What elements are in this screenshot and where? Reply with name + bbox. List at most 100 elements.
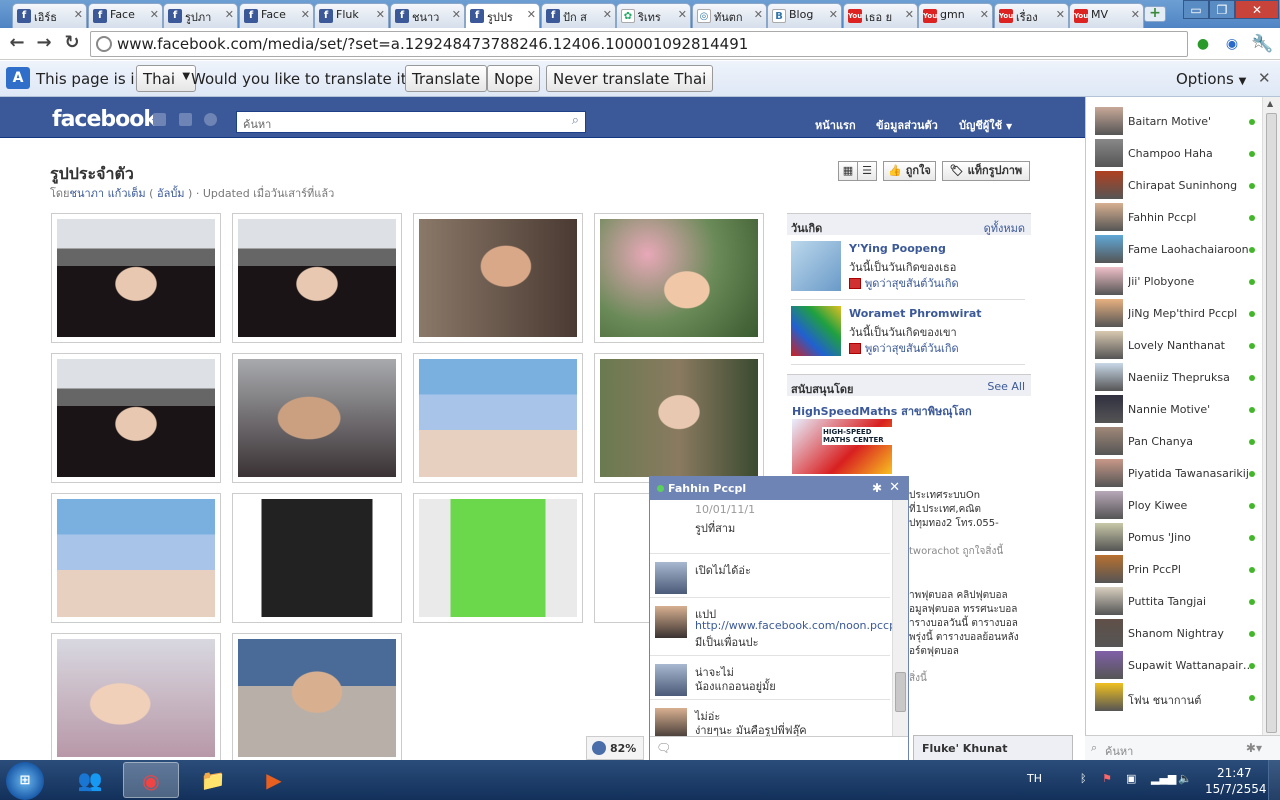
- extension-sonic-icon[interactable]: ◉: [1222, 34, 1242, 54]
- nav-account[interactable]: บัญชีผู้ใช้ ▼: [959, 116, 1012, 134]
- chat-scroll-thumb[interactable]: [895, 672, 906, 712]
- photo-thumbnail[interactable]: [594, 213, 764, 343]
- close-tab-icon[interactable]: ✕: [1056, 8, 1065, 21]
- folder-icon[interactable]: 📁: [185, 762, 241, 798]
- close-tab-icon[interactable]: ✕: [225, 8, 234, 21]
- photo-thumbnail[interactable]: [51, 633, 221, 760]
- avatar[interactable]: [791, 306, 841, 356]
- buddy-list-item[interactable]: Naeniiz Thepruksa: [1092, 361, 1278, 393]
- photo-thumbnail[interactable]: [232, 353, 402, 483]
- buddy-list-item[interactable]: Lovely Nanthanat: [1092, 329, 1278, 361]
- clock-date[interactable]: 15/7/2554: [1205, 782, 1267, 796]
- buddy-list-item[interactable]: Pomus 'Jino: [1092, 521, 1278, 553]
- browser-tab[interactable]: You เรื่อง ✕: [994, 3, 1069, 28]
- browser-tab[interactable]: f Face ✕: [239, 3, 314, 28]
- list-view-button[interactable]: ☰: [857, 161, 877, 181]
- grid-view-button[interactable]: ▦: [838, 161, 858, 181]
- photo-thumbnail[interactable]: [413, 493, 583, 623]
- facebook-logo[interactable]: facebook: [52, 107, 158, 132]
- friend-requests-icon[interactable]: [153, 113, 166, 126]
- close-tab-icon[interactable]: ✕: [829, 8, 838, 21]
- close-tab-icon[interactable]: ✕: [74, 8, 83, 21]
- new-tab-button[interactable]: +: [1144, 6, 1166, 22]
- avatar[interactable]: [791, 241, 841, 291]
- messages-icon[interactable]: [179, 113, 192, 126]
- forward-arrow-icon[interactable]: →: [33, 32, 55, 54]
- browser-tab[interactable]: You เธอ ย ✕: [843, 3, 918, 28]
- wrench-menu-icon[interactable]: 🔧: [1252, 34, 1273, 54]
- browser-tab[interactable]: You MV ✕: [1069, 3, 1144, 28]
- start-button[interactable]: ⊞: [6, 762, 44, 800]
- close-tab-icon[interactable]: ✕: [150, 8, 159, 21]
- scroll-up-icon[interactable]: ▲: [1267, 99, 1273, 108]
- chat-scrollbar[interactable]: [892, 500, 908, 736]
- browser-tab[interactable]: ◎ ทันตก ✕: [692, 3, 767, 28]
- avatar[interactable]: [655, 606, 687, 638]
- page-scroll-thumb[interactable]: [1266, 113, 1277, 733]
- birthday-wish-link[interactable]: พูดว่าสุขสันต์วันเกิด: [849, 274, 959, 292]
- browser-tab[interactable]: f ปัก ส ✕: [541, 3, 616, 28]
- browser-tab[interactable]: You gmn ✕: [918, 3, 993, 28]
- avatar[interactable]: [655, 562, 687, 594]
- messenger-icon[interactable]: 👥: [62, 762, 118, 798]
- close-tab-icon[interactable]: ✕: [905, 8, 914, 21]
- buddy-list-item[interactable]: Baitarn Motive': [1092, 105, 1278, 137]
- chat-messages[interactable]: 10/01/11/1 รูปที่สาม เปิดไม่ได้อ่ะ แปป h…: [650, 500, 892, 736]
- security-flag-icon[interactable]: ⚑: [1102, 772, 1112, 785]
- zoom-indicator[interactable]: 82%: [586, 736, 644, 760]
- chrome-icon[interactable]: ◉: [123, 762, 179, 798]
- nope-button[interactable]: Nope: [487, 65, 541, 92]
- chat-tab[interactable]: Fluke' Khunat: [913, 735, 1073, 761]
- buddy-list-item[interactable]: Piyatida Tawanasarikij: [1092, 457, 1278, 489]
- buddy-list-item[interactable]: Fame Laohachaiaroon: [1092, 233, 1278, 265]
- birthday-name[interactable]: Y'Ying Poopeng: [849, 242, 946, 255]
- birthday-wish-link[interactable]: พูดว่าสุขสันต์วันเกิด: [849, 339, 959, 357]
- facebook-search-input[interactable]: ค้นหา ⌕: [236, 111, 586, 133]
- gear-icon[interactable]: ✱▾: [1246, 741, 1262, 755]
- sponsored-see-all[interactable]: See All: [987, 380, 1025, 393]
- search-icon[interactable]: ⌕: [572, 113, 579, 128]
- avatar[interactable]: [655, 708, 687, 736]
- chat-header[interactable]: Fahhin Pccpl ✱ ✕: [650, 477, 908, 500]
- browser-tab[interactable]: ✿ ริเทร ✕: [616, 3, 691, 28]
- photo-thumbnail[interactable]: [232, 633, 402, 760]
- browser-tab[interactable]: f Face ✕: [88, 3, 163, 28]
- browser-tab[interactable]: f ชนาว ✕: [390, 3, 465, 28]
- buddy-list-item[interactable]: JiNg Mep'third Pccpl: [1092, 297, 1278, 329]
- photo-thumbnail[interactable]: [232, 493, 402, 623]
- photo-thumbnail[interactable]: [51, 353, 221, 483]
- photo-thumbnail[interactable]: [413, 213, 583, 343]
- options-menu[interactable]: Options ▼: [1176, 70, 1246, 88]
- close-infobar-icon[interactable]: ✕: [1258, 69, 1271, 87]
- device-icon[interactable]: ▣: [1126, 772, 1136, 785]
- photo-thumbnail[interactable]: [413, 353, 583, 483]
- close-tab-icon[interactable]: ✕: [980, 8, 989, 21]
- close-tab-icon[interactable]: ✕: [452, 8, 461, 21]
- nav-profile[interactable]: ข้อมูลส่วนตัว: [876, 116, 938, 134]
- photo-thumbnail[interactable]: [594, 353, 764, 483]
- tag-photo-button[interactable]: 🏷 แท็กรูปภาพ: [942, 161, 1030, 181]
- owner-link[interactable]: ชนาภา แก้วเต็ม: [70, 187, 146, 200]
- photo-thumbnail[interactable]: [51, 493, 221, 623]
- like-button[interactable]: 👍 ถูกใจ: [883, 161, 936, 181]
- album-link[interactable]: อัลบั้ม: [157, 187, 185, 200]
- network-signal-icon[interactable]: ▂▄▆: [1151, 772, 1176, 785]
- birthday-name[interactable]: Woramet Phromwirat: [849, 307, 982, 320]
- buddy-search-input[interactable]: ⌕ ค้นหา ✱▾: [1085, 735, 1280, 760]
- notifications-icon[interactable]: [204, 113, 217, 126]
- buddy-list-item[interactable]: Nannie Motive': [1092, 393, 1278, 425]
- close-tab-icon[interactable]: ✕: [301, 8, 310, 21]
- close-tab-icon[interactable]: ✕: [527, 8, 536, 21]
- browser-tab[interactable]: f Fluk ✕: [314, 3, 389, 28]
- photo-thumbnail[interactable]: [232, 213, 402, 343]
- browser-tab[interactable]: f รูปภา ✕: [163, 3, 238, 28]
- ad-title[interactable]: HighSpeedMaths สาขาพิษณุโลก: [792, 402, 972, 420]
- clock-time[interactable]: 21:47: [1217, 766, 1252, 780]
- extension-mushroom-icon[interactable]: ●: [1193, 34, 1213, 54]
- minimize-button[interactable]: ▭: [1183, 0, 1209, 19]
- show-desktop-button[interactable]: [1268, 760, 1280, 800]
- close-tab-icon[interactable]: ✕: [678, 8, 687, 21]
- close-icon[interactable]: ✕: [889, 480, 900, 495]
- avatar[interactable]: [655, 664, 687, 696]
- reload-icon[interactable]: ↻: [61, 32, 83, 54]
